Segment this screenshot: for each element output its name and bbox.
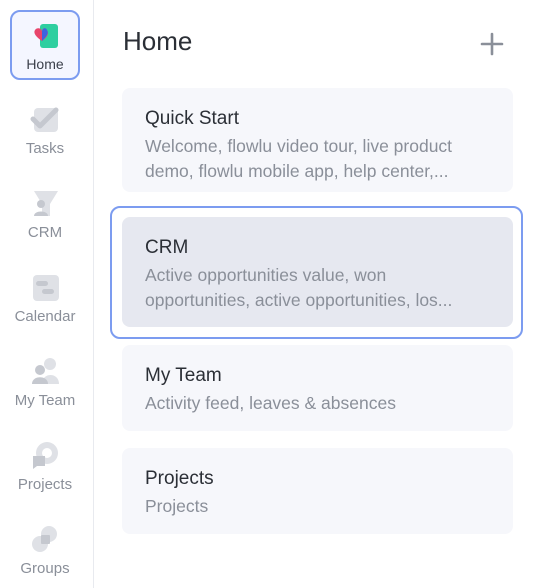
- sidebar-item-label: Groups: [20, 560, 70, 577]
- sidebar-item-label: My Team: [14, 392, 76, 409]
- tasks-check-icon: [30, 107, 59, 132]
- crm-funnel-icon: [34, 191, 58, 216]
- calendar-icon: [33, 275, 59, 301]
- team-people-icon: [32, 358, 59, 384]
- plus-icon[interactable]: [478, 30, 506, 58]
- card-description: Welcome, flowlu video tour, live product…: [145, 136, 453, 181]
- card-title: CRM: [145, 237, 189, 258]
- sidebar-item-projects[interactable]: Projects: [0, 426, 90, 502]
- groups-shapes-icon: [32, 526, 57, 552]
- card-projects[interactable]: Projects Projects: [122, 448, 513, 534]
- sidebar-item-tasks[interactable]: Tasks: [0, 90, 90, 166]
- sidebar-item-label: Tasks: [25, 140, 65, 157]
- card-my-team[interactable]: My Team Activity feed, leaves & absences: [122, 345, 513, 431]
- sidebar-item-crm[interactable]: CRM: [0, 174, 90, 250]
- card-title: Quick Start: [145, 108, 239, 129]
- card-description: Projects: [145, 496, 209, 516]
- sidebar-item-my-team[interactable]: My Team: [0, 342, 90, 418]
- sidebar-item-label: Projects: [17, 476, 73, 493]
- projects-chat-icon: [33, 442, 58, 469]
- card-description: Activity feed, leaves & absences: [145, 393, 396, 413]
- app-root: Home Tasks CRM Calendar My Team Projects…: [0, 0, 539, 588]
- card-title: Projects: [145, 468, 214, 489]
- sidebar-item-home[interactable]: Home: [10, 10, 80, 80]
- home-heart-icon: [34, 24, 58, 48]
- page-title: Home: [123, 26, 193, 56]
- sidebar: Home Tasks CRM Calendar My Team Projects…: [0, 0, 94, 588]
- sidebar-item-label: Calendar: [14, 308, 76, 325]
- card-title: My Team: [145, 365, 222, 386]
- sidebar-item-label: Home: [26, 56, 64, 72]
- sidebar-item-groups[interactable]: Groups: [0, 510, 90, 586]
- sidebar-item-calendar[interactable]: Calendar: [0, 258, 90, 334]
- sidebar-item-label: CRM: [27, 224, 63, 241]
- card-description: Active opportunities value, won opportun…: [145, 265, 453, 310]
- card-quick-start[interactable]: Quick Start Welcome, flowlu video tour, …: [122, 88, 513, 192]
- card-crm[interactable]: CRM Active opportunities value, won oppo…: [122, 217, 513, 327]
